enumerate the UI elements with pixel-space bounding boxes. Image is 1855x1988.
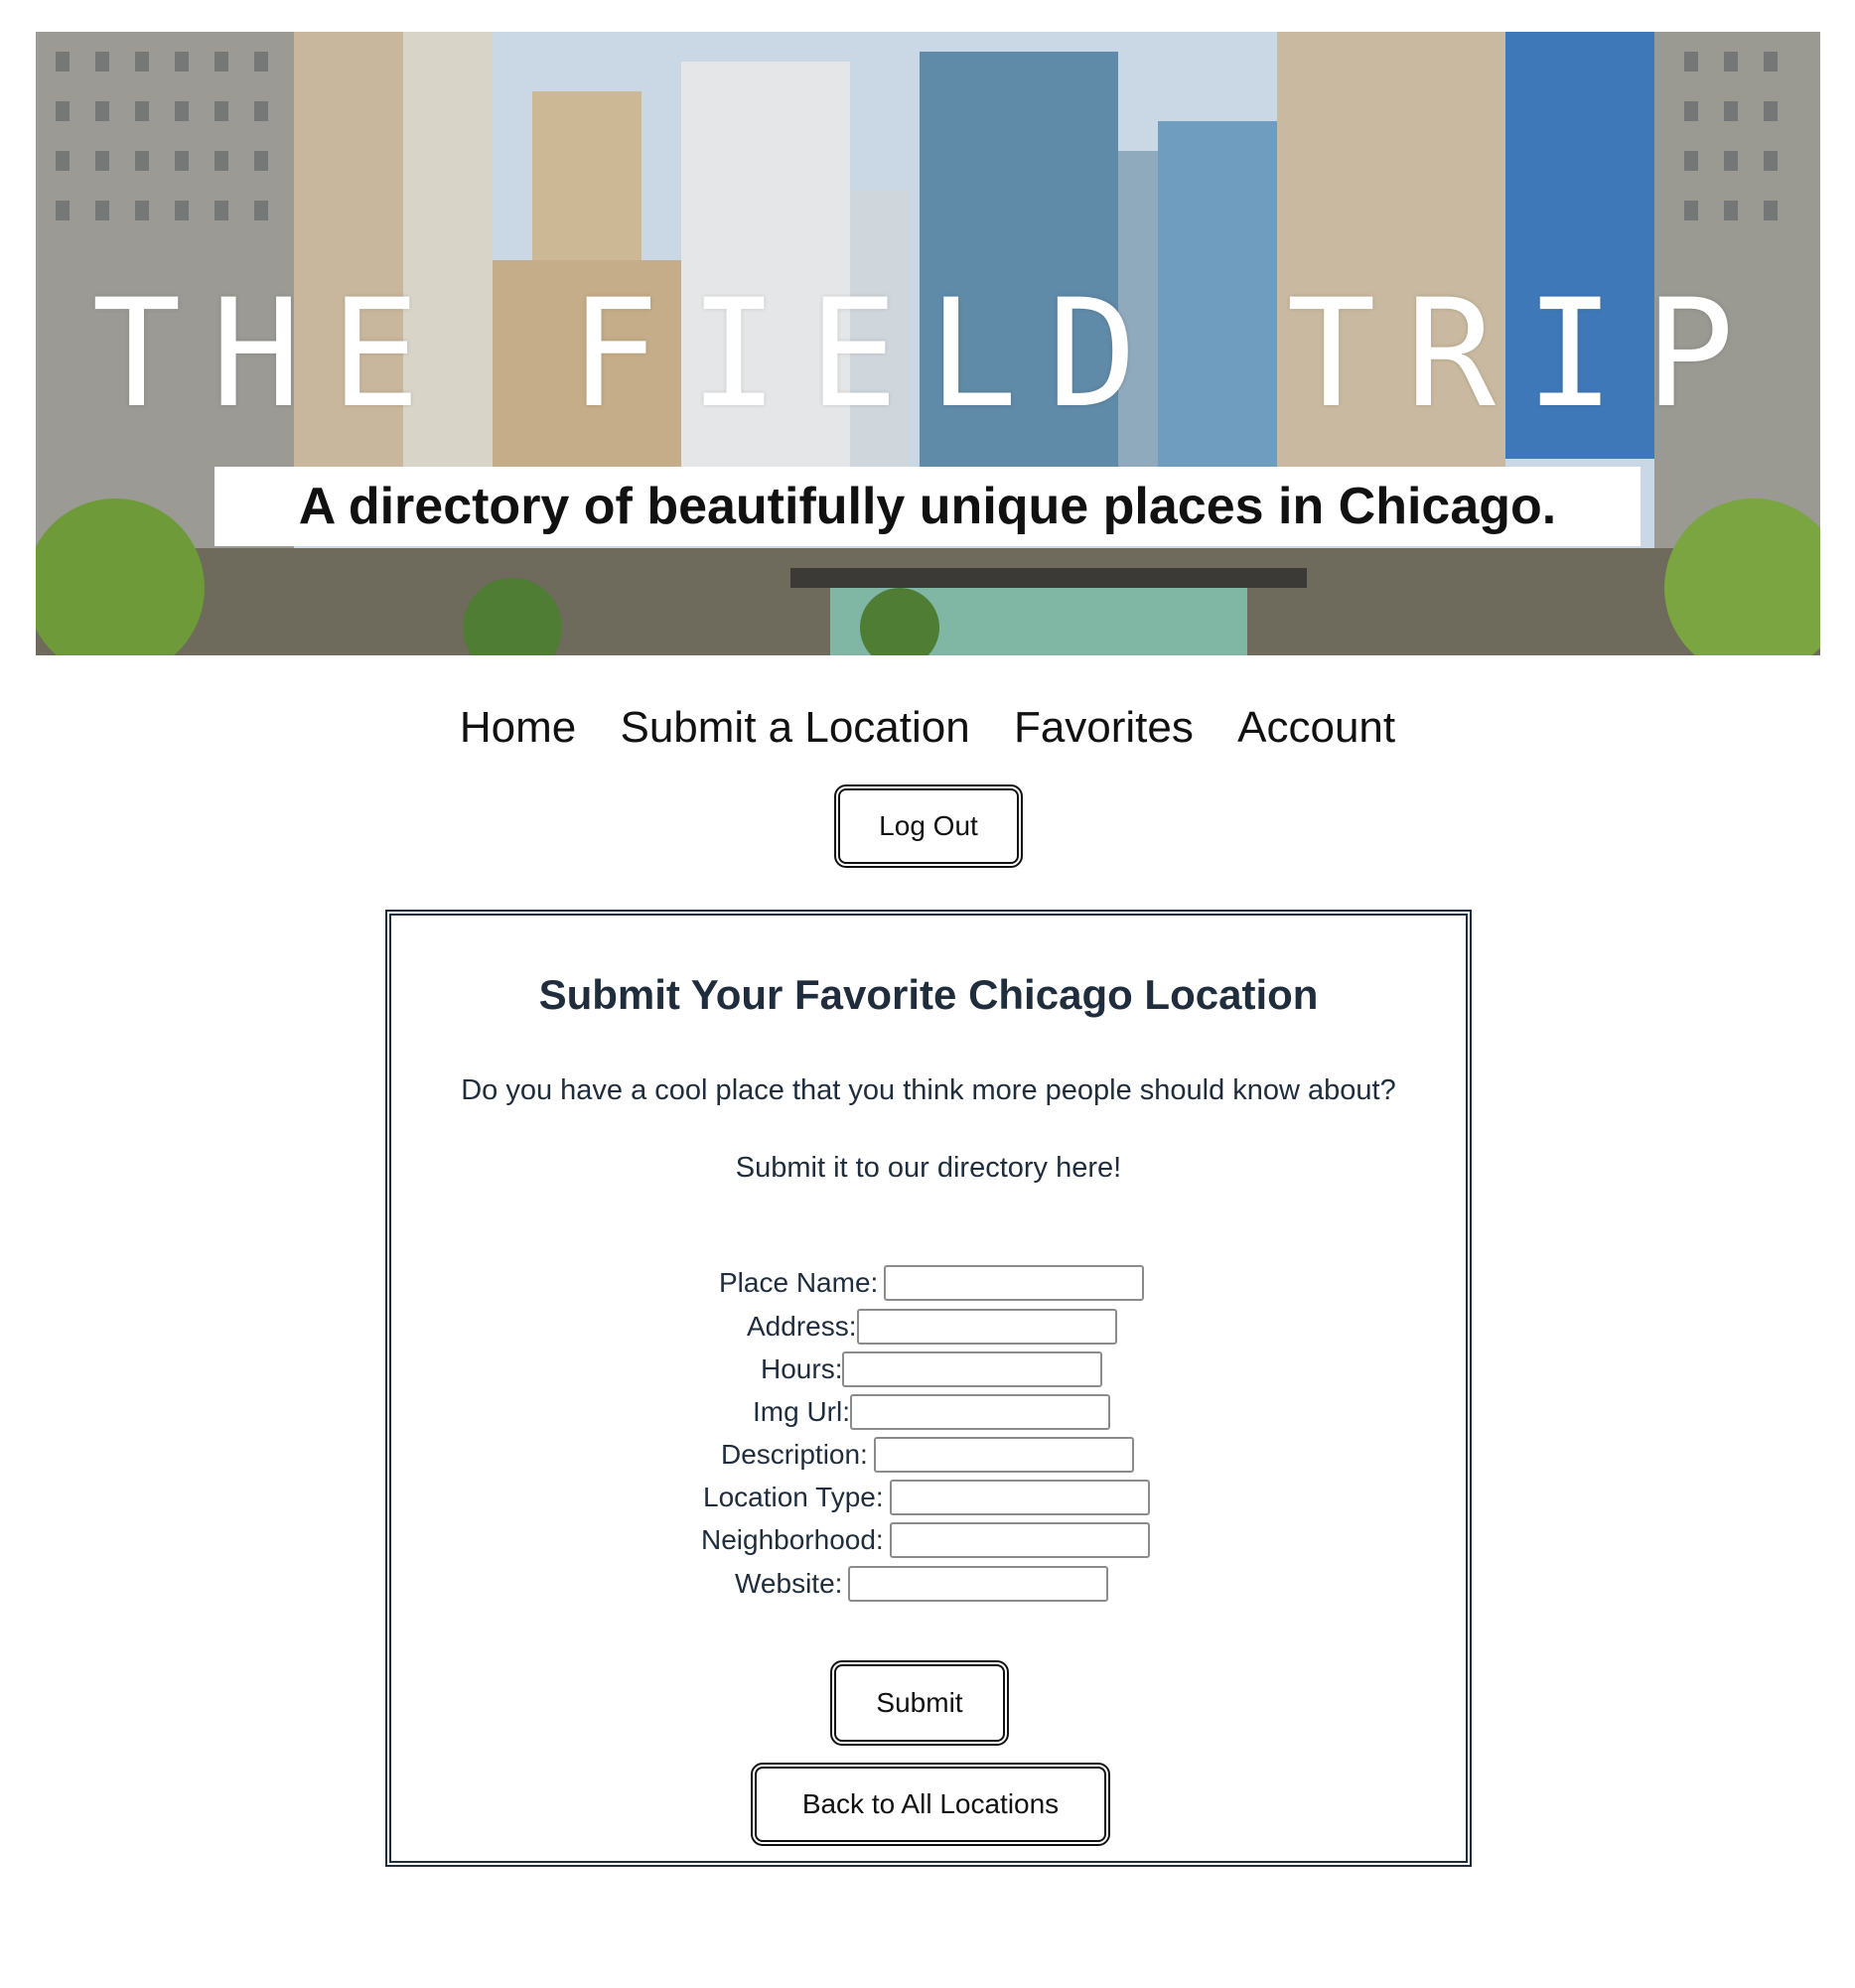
submit-location-card: Submit Your Favorite Chicago Location Do… [385,910,1472,1867]
nav-home-link[interactable]: Home [460,703,576,752]
site-tagline: A directory of beautifully unique places… [298,478,1557,535]
neighborhood-label: Neighborhood: [701,1524,884,1555]
form-cta-text: Submit it to our directory here! [735,1152,1122,1184]
website-label: Website: [735,1568,843,1599]
hero-banner: THE FIELD TRIP A directory of beautifull… [36,32,1820,655]
location-type-row: Location Type: [703,1478,1150,1517]
nav-account-link[interactable]: Account [1237,703,1395,752]
place-name-label: Place Name: [719,1267,879,1298]
location-type-label: Location Type: [703,1482,884,1512]
description-row: Description: [721,1435,1134,1475]
address-input[interactable] [856,1309,1117,1345]
address-row: Address: [747,1307,1117,1347]
nav-submit-location-link[interactable]: Submit a Location [620,703,969,752]
neighborhood-input[interactable] [889,1522,1150,1558]
img-url-label: Img Url: [753,1396,850,1427]
place-name-row: Place Name: [719,1263,1145,1303]
log-out-button[interactable]: Log Out [834,784,1023,868]
hours-label: Hours: [761,1353,843,1384]
nav-favorites-link[interactable]: Favorites [1014,703,1194,752]
form-title: Submit Your Favorite Chicago Location [538,971,1319,1018]
address-label: Address: [747,1311,857,1342]
website-row: Website: [735,1564,1109,1604]
back-to-all-locations-button[interactable]: Back to All Locations [751,1763,1110,1846]
img-url-row: Img Url: [753,1392,1110,1432]
tagline-box: A directory of beautifully unique places… [214,467,1641,546]
hours-row: Hours: [761,1349,1103,1389]
place-name-input[interactable] [884,1265,1145,1301]
description-label: Description: [721,1439,868,1470]
site-title: THE FIELD TRIP [91,268,1765,441]
description-input[interactable] [873,1437,1134,1473]
website-input[interactable] [848,1566,1109,1602]
main-nav: Home Submit a Location Favorites Account [0,703,1855,753]
form-intro-text: Do you have a cool place that you think … [461,1074,1396,1106]
img-url-input[interactable] [850,1394,1110,1430]
hours-input[interactable] [842,1351,1103,1387]
submit-button[interactable]: Submit [830,1660,1009,1746]
location-type-input[interactable] [889,1480,1150,1515]
neighborhood-row: Neighborhood: [701,1520,1150,1560]
